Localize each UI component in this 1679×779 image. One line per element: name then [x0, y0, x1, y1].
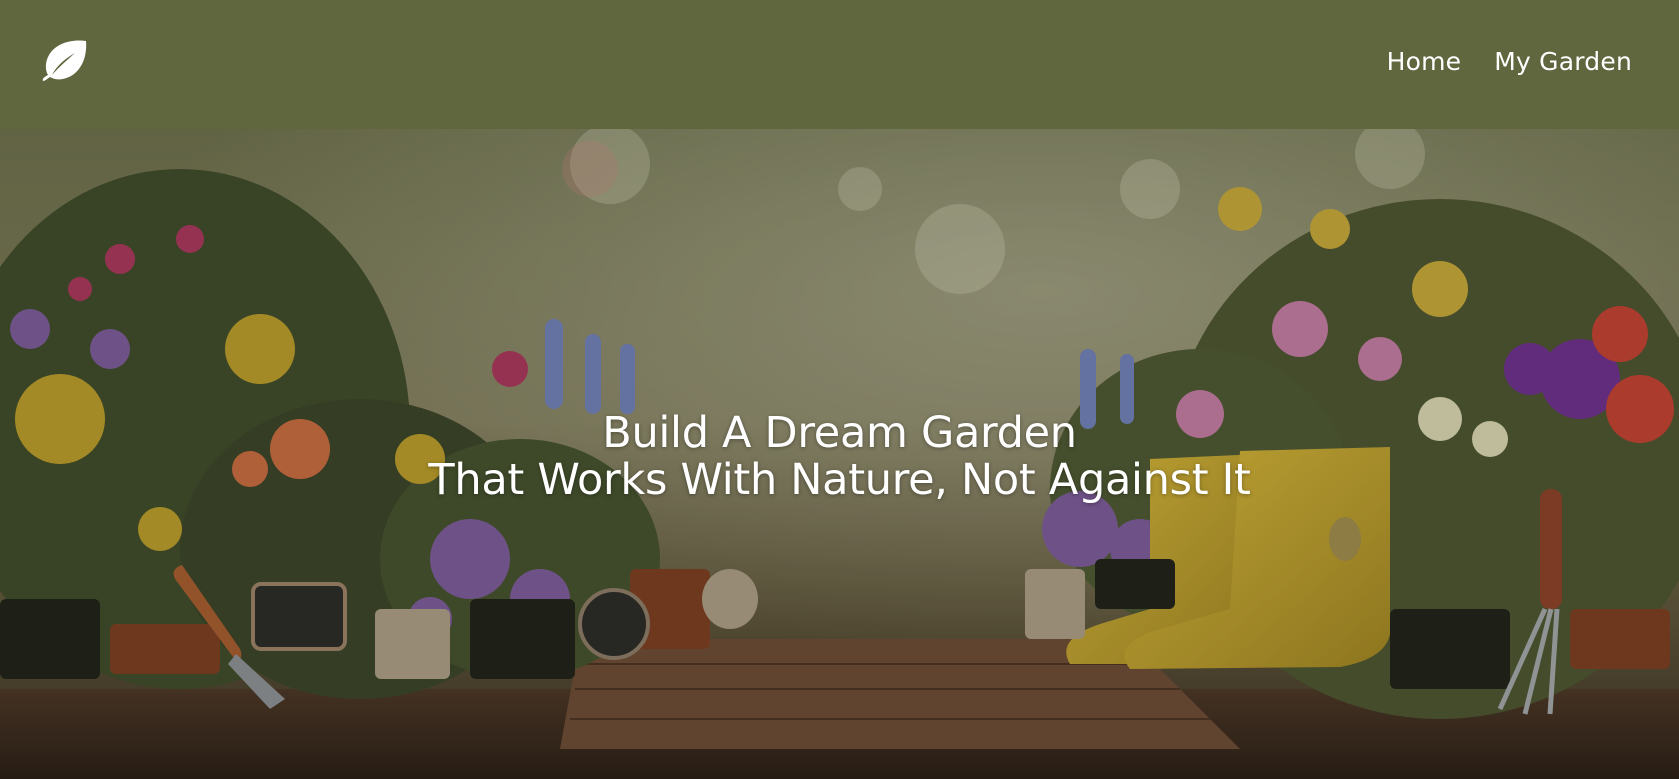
hero-headline-line-1: Build A Dream Garden — [602, 408, 1077, 458]
nav-my-garden-link[interactable]: My Garden — [1494, 47, 1632, 76]
top-navbar: Home My Garden — [0, 0, 1679, 129]
page: Home My Garden Build A Dream Garden That… — [0, 0, 1679, 779]
hero-headline: Build A Dream Garden That Works With Nat… — [0, 410, 1679, 504]
nav-home-link[interactable]: Home — [1387, 47, 1462, 76]
hero-banner: Build A Dream Garden That Works With Nat… — [0, 129, 1679, 779]
main-nav: Home My Garden — [1387, 47, 1632, 76]
leaf-icon[interactable] — [42, 39, 88, 81]
hero-headline-line-2: That Works With Nature, Not Against It — [428, 455, 1251, 505]
